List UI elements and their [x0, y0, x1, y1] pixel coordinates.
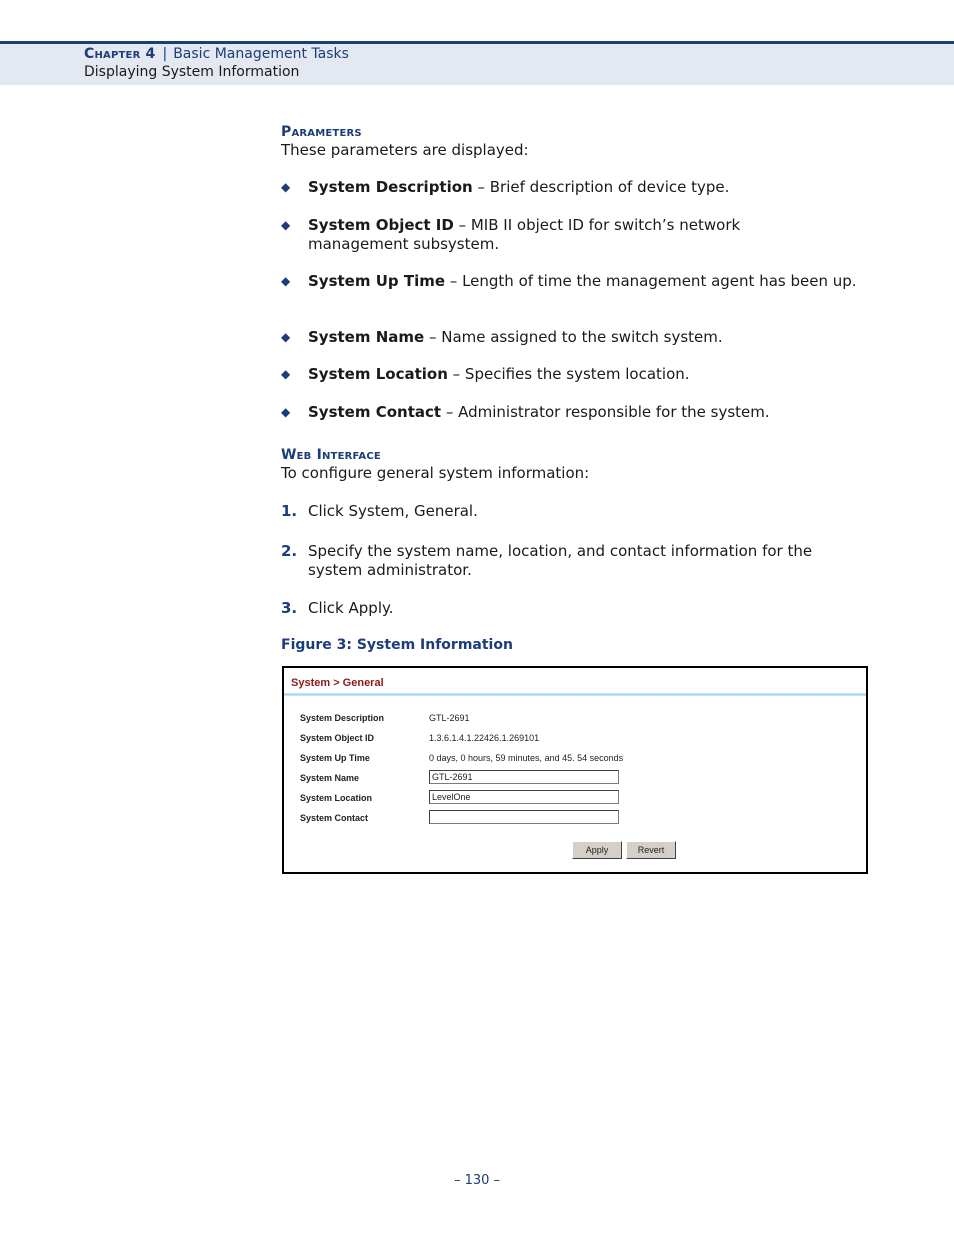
step-number: 3. — [281, 599, 298, 617]
parameters-heading: Parameters — [281, 124, 362, 140]
chapter-label: Chapter 4 — [84, 46, 156, 62]
step-number: 1. — [281, 502, 298, 520]
parameters-intro: These parameters are displayed: — [281, 141, 529, 159]
field-value-system-object-id: 1.3.6.1.4.1.22426.1.269101 — [429, 733, 540, 743]
diamond-bullet-icon: ◆ — [281, 180, 291, 194]
diamond-bullet-icon: ◆ — [281, 218, 291, 232]
parameter-term: System Object ID — [308, 216, 454, 234]
diamond-bullet-icon: ◆ — [281, 330, 291, 344]
system-name-input[interactable] — [429, 770, 619, 784]
parameter-term: System Name — [308, 328, 425, 346]
diamond-bullet-icon: ◆ — [281, 367, 291, 381]
step-text: Click System, General. — [308, 502, 478, 520]
field-value-system-description: GTL-2691 — [429, 713, 470, 723]
step-item: 2. Specify the system name, location, an… — [281, 542, 861, 580]
system-location-input[interactable] — [429, 790, 619, 804]
field-label-system-description: System Description — [300, 713, 385, 723]
header-separator: | — [162, 46, 168, 62]
step-item: 3. Click Apply. — [281, 599, 861, 618]
page-number: – 130 – — [453, 1173, 501, 1188]
parameter-item: ◆ System Up Time – Length of time the ma… — [281, 272, 861, 291]
diamond-bullet-icon: ◆ — [281, 405, 291, 419]
running-header: Chapter 4 | Basic Management Tasks — [84, 45, 349, 63]
parameter-term: System Description — [308, 178, 473, 196]
parameter-item: ◆ System Object ID – MIB II object ID fo… — [281, 216, 861, 254]
system-general-screenshot: System > General System Description GTL-… — [282, 666, 868, 874]
field-value-system-up-time: 0 days, 0 hours, 59 minutes, and 45. 54 … — [429, 753, 624, 763]
breadcrumb: System > General — [291, 677, 384, 689]
web-interface-intro: To configure general system information: — [281, 464, 590, 482]
field-label-system-up-time: System Up Time — [300, 753, 370, 763]
parameter-item: ◆ System Description – Brief description… — [281, 178, 861, 197]
parameter-item: ◆ System Name – Name assigned to the swi… — [281, 328, 861, 347]
parameter-item: ◆ System Location – Specifies the system… — [281, 365, 861, 384]
web-interface-heading: Web Interface — [281, 447, 381, 463]
parameter-desc: – Length of time the management agent ha… — [445, 272, 857, 290]
step-text: Specify the system name, location, and c… — [308, 542, 813, 579]
parameter-desc: – Specifies the system location. — [447, 365, 690, 383]
parameter-term: System Up Time — [308, 272, 446, 290]
field-label-system-location: System Location — [300, 793, 373, 803]
section-title: Displaying System Information — [84, 64, 300, 80]
parameter-term: System Location — [308, 365, 448, 383]
field-label-system-contact: System Contact — [300, 813, 369, 823]
parameter-desc: – Administrator responsible for the syst… — [441, 403, 770, 421]
step-item: 1. Click System, General. — [281, 502, 861, 521]
chapter-title: Basic Management Tasks — [173, 46, 349, 62]
revert-button[interactable]: Revert — [626, 841, 676, 859]
step-number: 2. — [281, 542, 298, 560]
system-contact-input[interactable] — [429, 810, 619, 824]
parameter-desc: – Brief description of device type. — [472, 178, 730, 196]
parameter-item: ◆ System Contact – Administrator respons… — [281, 403, 861, 422]
step-text: Click Apply. — [308, 599, 394, 617]
field-label-system-name: System Name — [300, 773, 360, 783]
apply-button[interactable]: Apply — [572, 841, 622, 859]
field-label-system-object-id: System Object ID — [300, 733, 375, 743]
diamond-bullet-icon: ◆ — [281, 274, 291, 288]
figure-caption: Figure 3: System Information — [281, 637, 513, 653]
title-divider — [284, 693, 866, 696]
parameter-term: System Contact — [308, 403, 442, 421]
parameter-desc: – Name assigned to the switch system. — [424, 328, 723, 346]
